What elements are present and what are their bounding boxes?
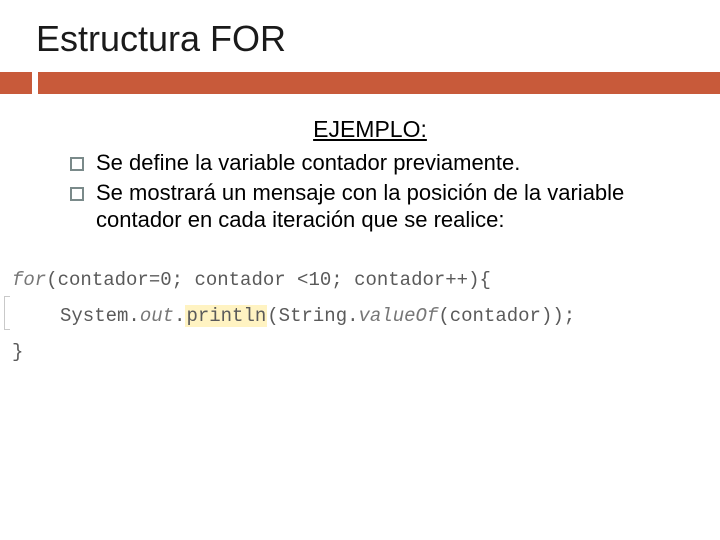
content-area: EJEMPLO: Se define la variable contador … bbox=[0, 116, 720, 234]
code-line: for(contador=0; contador <10; contador++… bbox=[12, 262, 708, 298]
code-valueof: valueOf bbox=[359, 305, 439, 327]
code-line: System.out.println(String.valueOf(contad… bbox=[12, 298, 708, 334]
code-text: (contador=0; contador <10; contador++){ bbox=[46, 269, 491, 291]
code-text: System. bbox=[60, 305, 140, 327]
slide-title: Estructura FOR bbox=[0, 18, 720, 60]
code-text: . bbox=[174, 305, 185, 327]
accent-bar-main bbox=[38, 72, 720, 94]
code-out: out bbox=[140, 305, 174, 327]
list-item: Se define la variable contador previamen… bbox=[70, 149, 680, 177]
slide: Estructura FOR EJEMPLO: Se define la var… bbox=[0, 0, 720, 540]
code-text: (contador)); bbox=[438, 305, 575, 327]
code-block: for(contador=0; contador <10; contador++… bbox=[0, 262, 720, 370]
code-highlight: println bbox=[185, 305, 267, 327]
code-gutter bbox=[4, 296, 10, 330]
code-text: (String. bbox=[267, 305, 358, 327]
keyword-for: for bbox=[12, 269, 46, 291]
code-line: } bbox=[12, 334, 708, 370]
list-item: Se mostrará un mensaje con la posición d… bbox=[70, 179, 680, 234]
example-heading: EJEMPLO: bbox=[60, 116, 680, 143]
bullet-list: Se define la variable contador previamen… bbox=[60, 149, 680, 234]
accent-bar bbox=[0, 72, 720, 94]
accent-bar-small bbox=[0, 72, 32, 94]
